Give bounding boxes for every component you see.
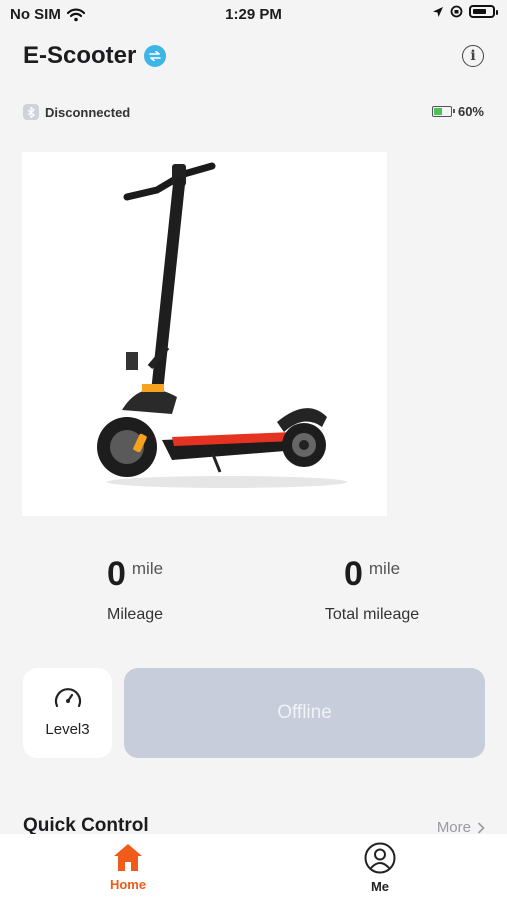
bluetooth-icon	[23, 104, 39, 120]
total-mileage-unit: mile	[368, 559, 401, 578]
orientation-lock-icon	[450, 5, 463, 18]
page-header: E-Scooter	[23, 42, 167, 70]
home-icon	[114, 844, 142, 871]
status-time: 1:29 PM	[225, 6, 282, 23]
total-mileage-label: Total mileage	[324, 606, 420, 623]
mileage-stats: 0 mile Mileage 0 mile Total mileage	[0, 555, 507, 635]
total-mileage-stat: 0 mile Total mileage	[272, 555, 472, 624]
tab-me-label: Me	[370, 879, 390, 894]
tab-home-label: Home	[109, 877, 147, 892]
speed-level-label: Level3	[45, 721, 90, 738]
connection-status: Disconnected	[23, 104, 130, 120]
tab-home[interactable]: Home	[88, 842, 168, 892]
scooter-image	[22, 152, 387, 516]
bottom-tab-bar: Home Me	[0, 834, 507, 900]
profile-icon	[364, 842, 396, 874]
mileage-label: Mileage	[106, 606, 164, 623]
scooter-battery-percent: 60%	[457, 104, 484, 119]
info-icon[interactable]: i	[462, 45, 484, 67]
mileage-unit: mile	[131, 559, 164, 578]
power-status-label: Offline	[277, 702, 332, 723]
mileage-stat: 0 mile Mileage	[35, 555, 235, 624]
scooter-battery-icon	[431, 106, 455, 117]
page-title: E-Scooter	[23, 42, 137, 69]
scooter-battery: 60%	[431, 104, 484, 119]
total-mileage-value: 0	[343, 555, 363, 593]
speed-level-button[interactable]: Level3	[23, 668, 112, 758]
power-status-button[interactable]: Offline	[124, 668, 485, 758]
switch-device-icon[interactable]	[144, 45, 167, 67]
tab-me[interactable]: Me	[340, 842, 420, 894]
speedometer-icon	[54, 688, 81, 708]
mileage-value: 0	[106, 555, 126, 593]
status-bar: No SIM 1:29 PM	[0, 0, 507, 30]
connection-label: Disconnected	[45, 104, 131, 120]
chevron-right-icon	[477, 821, 485, 834]
device-battery-icon	[469, 5, 498, 18]
location-arrow-icon	[433, 6, 443, 17]
scooter-illustration	[97, 162, 347, 488]
